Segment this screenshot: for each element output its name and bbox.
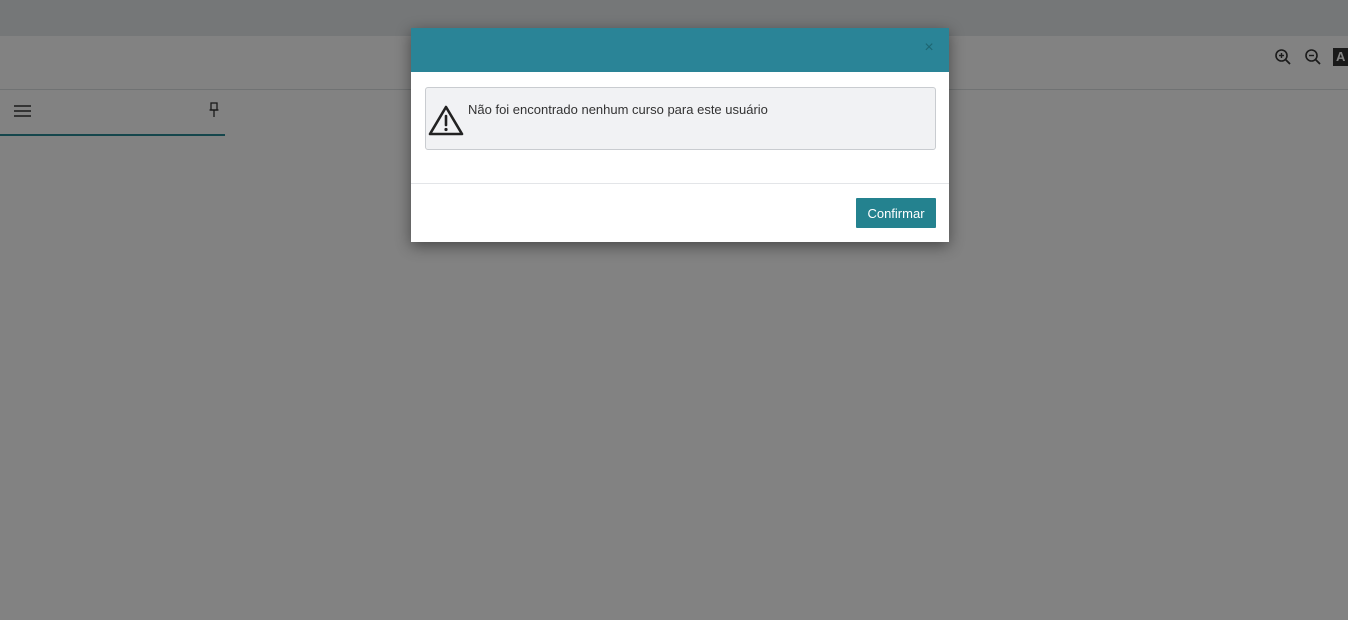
alert-dialog: × Não foi encontrado nenhum curso para e… [411,28,949,242]
dialog-footer: Confirmar [411,184,949,241]
close-button[interactable]: × [921,40,937,56]
dialog-header: × [411,28,949,72]
warning-icon [428,104,464,141]
page: A × Não foi encontrado nenhum curso para… [0,0,1348,620]
confirm-button[interactable]: Confirmar [856,198,936,228]
alert-message-box: Não foi encontrado nenhum curso para est… [425,87,936,150]
alert-message: Não foi encontrado nenhum curso para est… [468,102,768,117]
dialog-body: Não foi encontrado nenhum curso para est… [411,72,949,183]
